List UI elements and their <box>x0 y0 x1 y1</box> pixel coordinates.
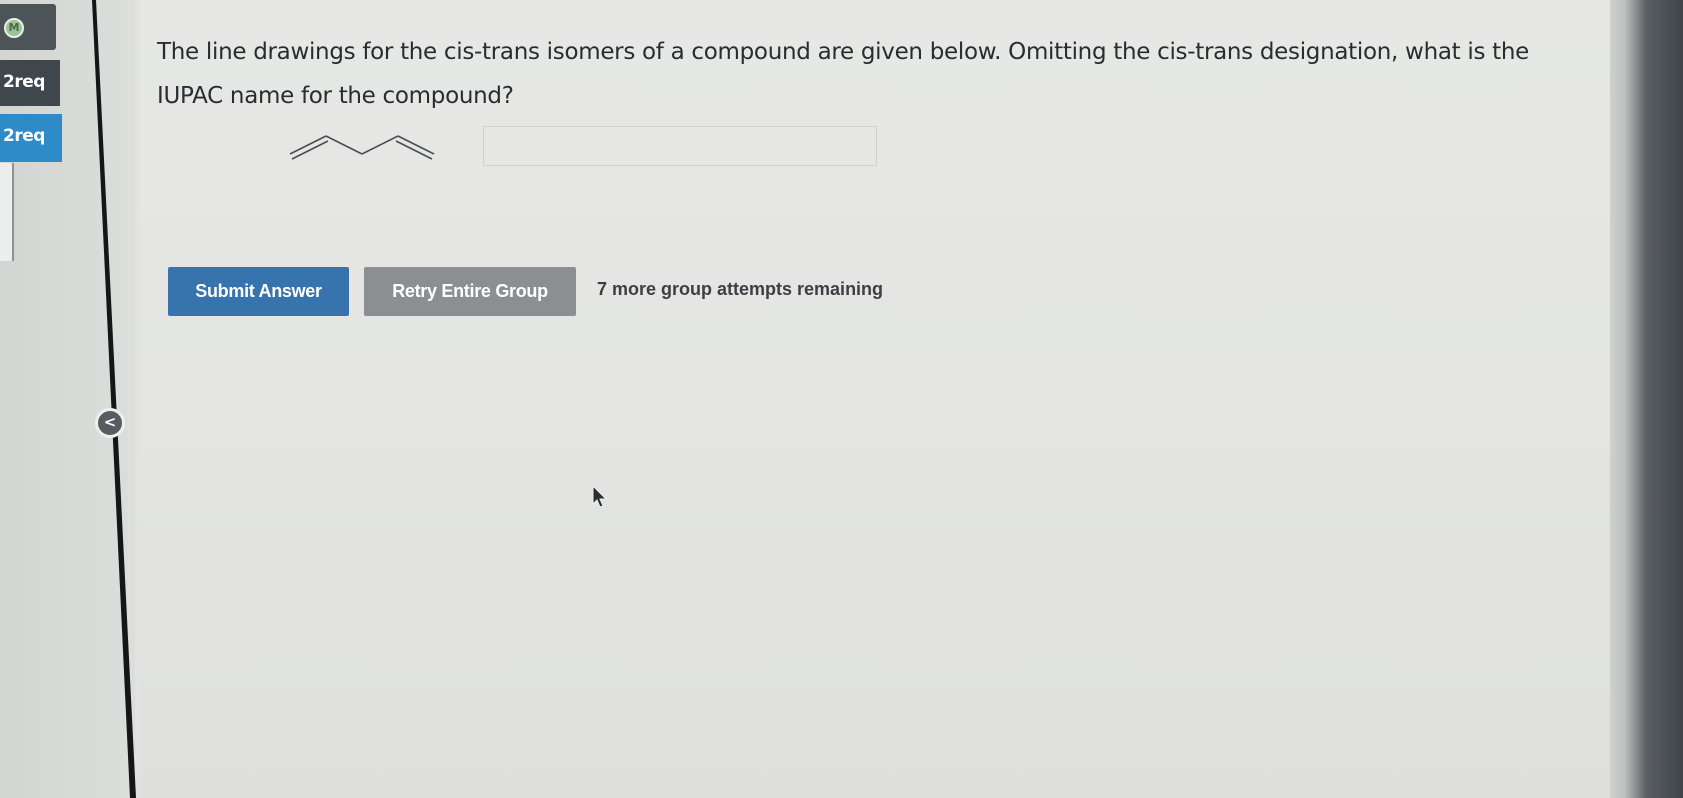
collapse-sidebar-button[interactable]: < <box>95 408 125 438</box>
sidebar-item-2req[interactable]: 2req <box>0 60 60 106</box>
screen-right-edge <box>1610 0 1683 798</box>
sidebar-panel <box>0 163 14 261</box>
retry-entire-group-button[interactable]: Retry Entire Group <box>364 267 576 316</box>
mouse-cursor-icon <box>592 485 608 508</box>
sidebar-item-2req-active[interactable]: 2req <box>0 114 62 162</box>
molecule-line-drawing <box>289 135 435 160</box>
attempts-remaining-text: 7 more group attempts remaining <box>597 279 884 299</box>
mindtap-logo-icon: M <box>4 18 24 38</box>
question-text: The line drawings for the cis-trans isom… <box>157 39 1529 109</box>
answer-input[interactable] <box>483 126 877 166</box>
screen-bezel-line <box>92 0 144 798</box>
app-logo-tile[interactable]: M <box>0 4 56 50</box>
submit-answer-button[interactable]: Submit Answer <box>168 267 349 316</box>
main-content: The line drawings for the cis-trans isom… <box>140 0 1613 798</box>
